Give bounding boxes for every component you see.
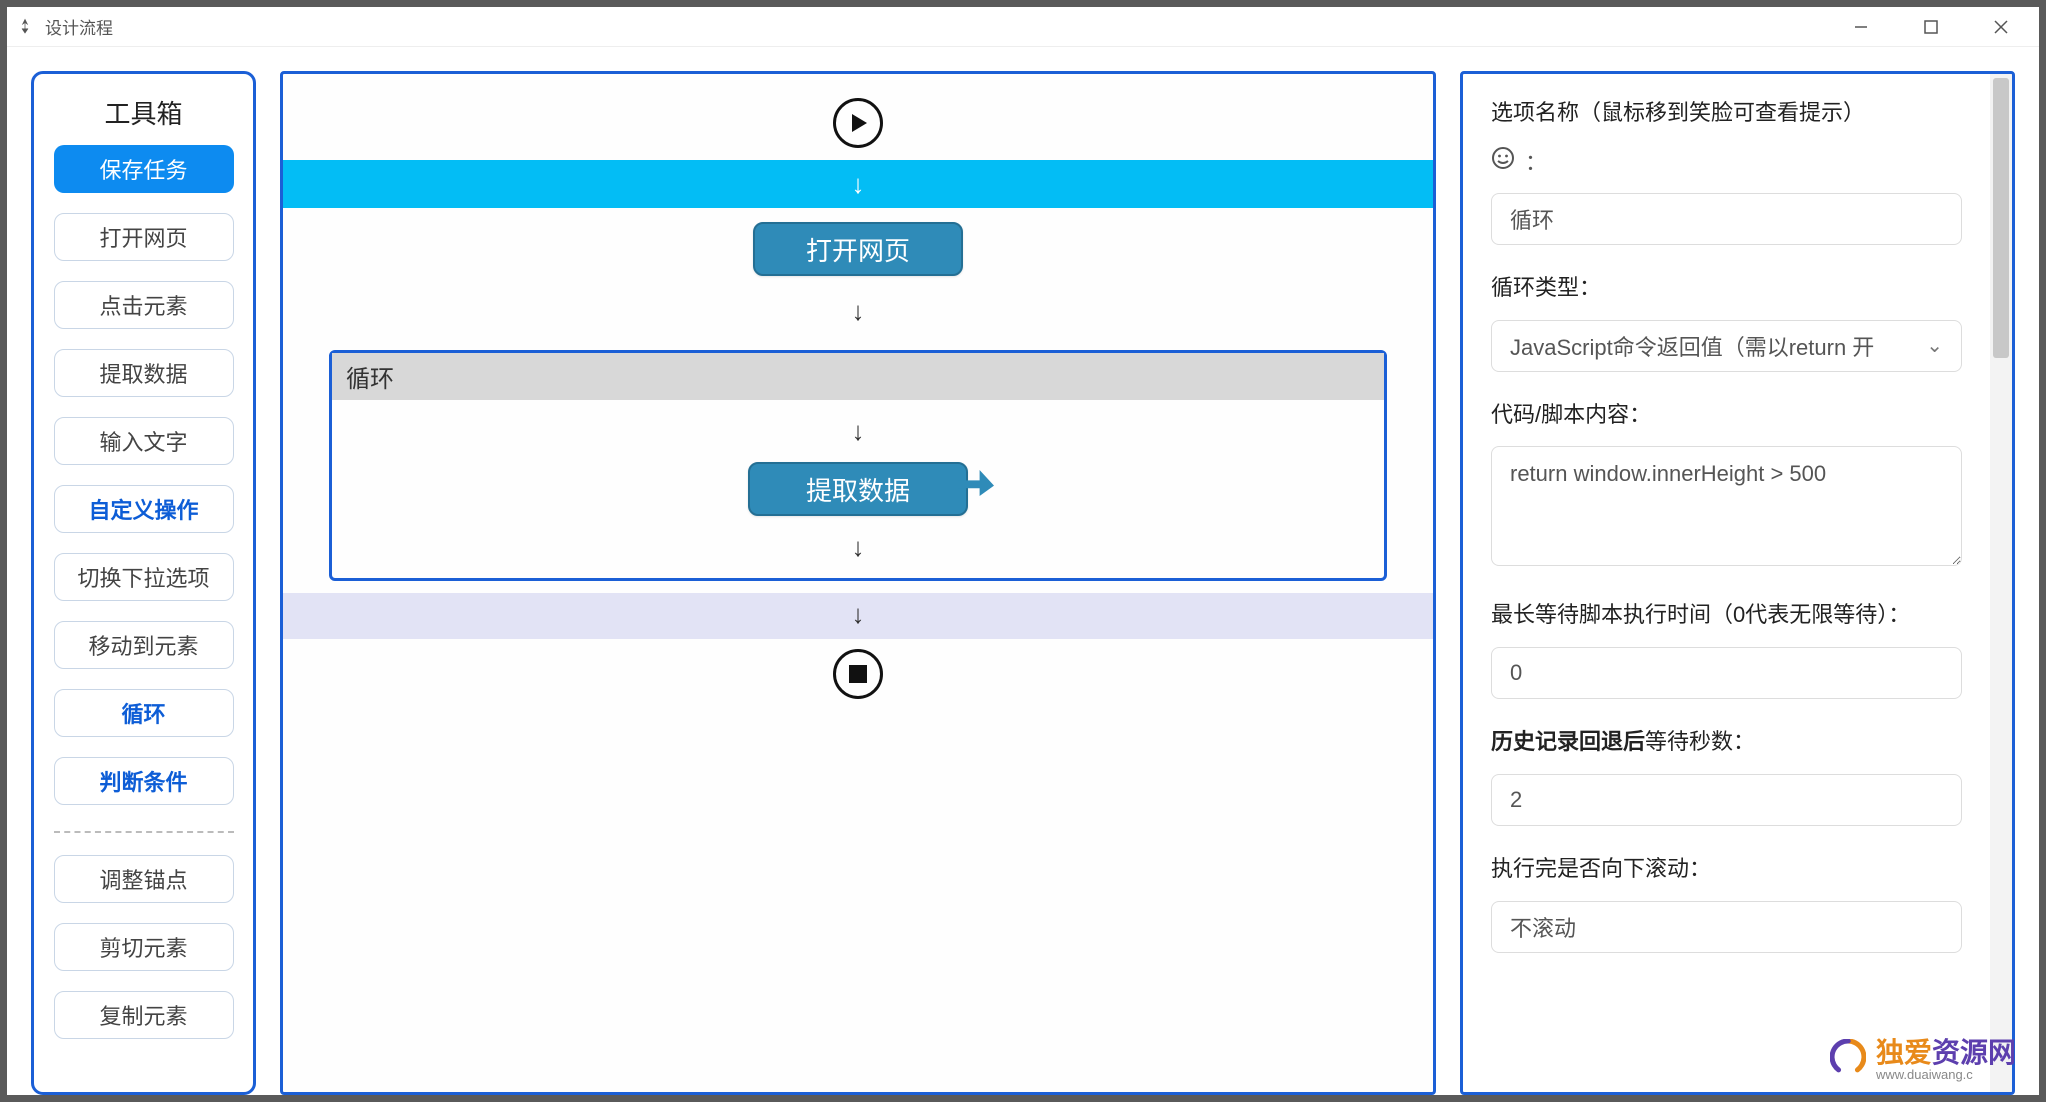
click-element-button[interactable]: 点击元素 xyxy=(54,281,234,329)
flow-segment-selected[interactable]: ↓ xyxy=(283,593,1433,639)
switch-dropdown-button[interactable]: 切换下拉选项 xyxy=(54,553,234,601)
wait-time-label: 最长等待脚本执行时间（0代表无限等待）： xyxy=(1491,600,1962,631)
end-node[interactable] xyxy=(833,649,883,699)
history-back-wait-input[interactable] xyxy=(1491,774,1962,826)
flow-segment-highlight[interactable]: ↓ xyxy=(283,160,1433,208)
code-textarea[interactable]: return window.innerHeight > 500 xyxy=(1491,446,1962,566)
input-text-button[interactable]: 输入文字 xyxy=(54,417,234,465)
start-node[interactable] xyxy=(833,98,883,148)
code-label: 代码/脚本内容： xyxy=(1491,400,1962,431)
option-name-label: 选项名称（鼠标移到笑脸可查看提示） xyxy=(1491,98,1962,129)
extract-data-node[interactable]: 提取数据 xyxy=(748,462,968,516)
adjust-anchor-button[interactable]: 调整锚点 xyxy=(54,855,234,903)
maximize-button[interactable] xyxy=(1911,12,1951,42)
loop-type-select[interactable]: JavaScript命令返回值（需以return 开 ⌄ xyxy=(1491,320,1962,372)
scrollbar-thumb[interactable] xyxy=(1993,78,2009,358)
arrow-down-icon: ↓ xyxy=(852,418,865,444)
toolbox-sidebar: 工具箱 保存任务 打开网页 点击元素 提取数据 输入文字 自定义操作 切换下拉选… xyxy=(31,71,256,1095)
loop-container-node[interactable]: 循环 ↓ 提取数据 ↓ xyxy=(329,350,1387,581)
panel-scrollbar[interactable] xyxy=(1990,74,2012,1092)
option-name-input[interactable] xyxy=(1491,193,1962,245)
properties-panel: 选项名称（鼠标移到笑脸可查看提示） ： 循环类型： JavaScript命令返回… xyxy=(1460,71,2015,1095)
condition-button[interactable]: 判断条件 xyxy=(54,757,234,805)
save-task-button[interactable]: 保存任务 xyxy=(54,145,234,193)
stop-icon xyxy=(849,665,867,683)
arrow-down-icon: ↓ xyxy=(852,601,865,627)
loop-button[interactable]: 循环 xyxy=(54,689,234,737)
watermark-text-2: 资源网 xyxy=(1932,1037,2016,1068)
loop-type-label: 循环类型： xyxy=(1491,273,1962,304)
minimize-button[interactable] xyxy=(1841,12,1881,42)
extract-data-button[interactable]: 提取数据 xyxy=(54,349,234,397)
scroll-after-label: 执行完是否向下滚动： xyxy=(1491,854,1962,885)
toolbox-title: 工具箱 xyxy=(104,94,182,131)
scroll-after-select[interactable]: 不滚动 xyxy=(1491,901,1962,953)
move-to-element-button[interactable]: 移动到元素 xyxy=(54,621,234,669)
titlebar: 设计流程 xyxy=(7,7,2039,47)
play-icon xyxy=(847,112,869,134)
loop-type-value: JavaScript命令返回值（需以return 开 xyxy=(1510,330,1874,362)
watermark-text-1: 独爱 xyxy=(1876,1037,1932,1068)
app-icon xyxy=(15,17,35,37)
custom-action-button[interactable]: 自定义操作 xyxy=(54,485,234,533)
smiley-icon[interactable] xyxy=(1491,146,1515,176)
open-page-button[interactable]: 打开网页 xyxy=(54,213,234,261)
window-title: 设计流程 xyxy=(45,14,113,39)
toolbox-divider xyxy=(54,831,234,833)
smiley-colon: ： xyxy=(1525,145,1547,177)
loop-node-title[interactable]: 循环 xyxy=(332,353,1384,400)
flow-canvas[interactable]: ↓ 打开网页 ↓ 循环 ↓ 提取数据 ↓ ↓ xyxy=(280,71,1436,1095)
watermark: 独爱资源网 www.duaiwang.c xyxy=(1830,1031,2016,1082)
cut-element-button[interactable]: 剪切元素 xyxy=(54,923,234,971)
scroll-after-value: 不滚动 xyxy=(1510,911,1576,943)
close-button[interactable] xyxy=(1981,12,2021,42)
history-back-wait-label: 历史记录回退后等待秒数： xyxy=(1491,727,1962,758)
copy-element-button[interactable]: 复制元素 xyxy=(54,991,234,1039)
chevron-down-icon: ⌄ xyxy=(1926,333,1943,358)
arrow-down-icon: ↓ xyxy=(852,298,865,324)
wait-time-input[interactable] xyxy=(1491,647,1962,699)
arrow-down-icon: ↓ xyxy=(852,534,865,560)
arrow-down-icon: ↓ xyxy=(852,169,865,200)
open-page-node[interactable]: 打开网页 xyxy=(753,222,963,276)
watermark-logo-icon xyxy=(1830,1039,1866,1075)
